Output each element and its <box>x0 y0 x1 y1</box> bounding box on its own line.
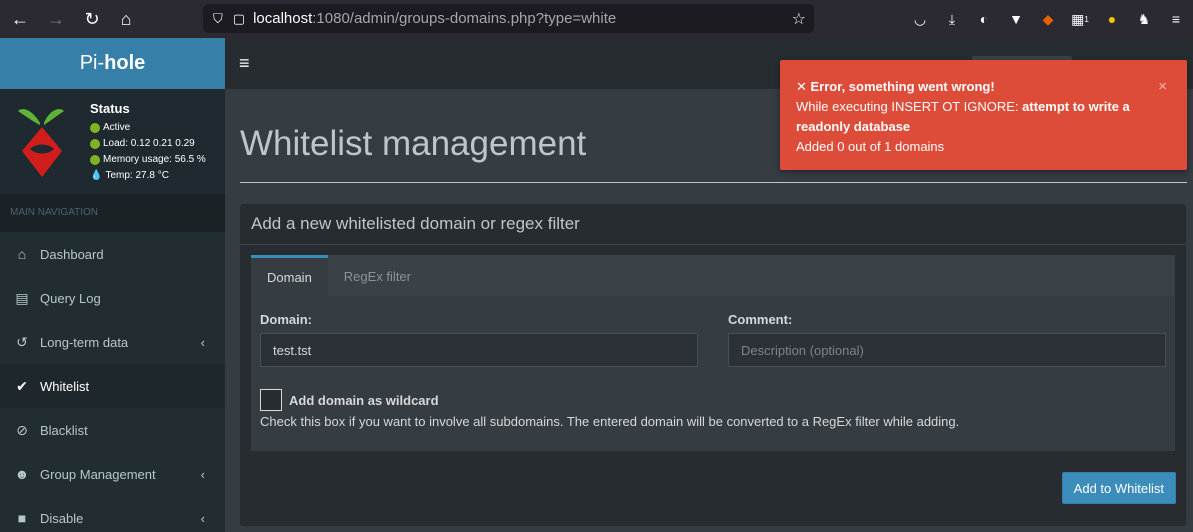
add-domain-box: Add a new whitelisted domain or regex fi… <box>240 204 1186 526</box>
shield-icon[interactable]: ⛉ <box>213 11 223 27</box>
sidebar-item-label: Disable <box>40 510 84 526</box>
active-dot-icon <box>90 122 100 133</box>
status-load: Load: 0.12 0.21 0.29 <box>90 138 195 149</box>
extension-blocker-icon[interactable]: ◐ <box>975 10 993 28</box>
browser-toolbar: ← → ↻ ⌂ ⛉ ▢ localhost:1080/admin/groups-… <box>0 0 1193 38</box>
history-icon: ↺ <box>16 333 28 350</box>
sidebar-item-group-management[interactable]: ☻ Group Management ‹ <box>0 452 225 496</box>
status-active-text: Active <box>103 122 131 133</box>
brand-prefix: Pi- <box>79 52 105 74</box>
status-active: Active <box>90 122 130 133</box>
extensions-badge-icon[interactable]: ▦ 1 <box>1071 10 1089 28</box>
comment-input[interactable]: Description (optional) <box>728 333 1166 367</box>
add-to-whitelist-button[interactable]: Add to Whitelist <box>1061 472 1176 504</box>
sidebar-item-label: Long-term data <box>40 334 129 350</box>
sidebar-item-label: Group Management <box>40 466 156 482</box>
status-temp: 💧 Temp: 27.8 °C <box>90 170 169 181</box>
sidebar-item-label: Dashboard <box>40 246 104 262</box>
page-title: Whitelist management <box>240 124 587 163</box>
nav-header: MAIN NAVIGATION <box>0 194 225 232</box>
home-icon[interactable]: ⌂ <box>112 5 140 33</box>
sidebar-item-disable[interactable]: ■ Disable ‹ <box>0 496 225 532</box>
tab-domain[interactable]: Domain <box>251 255 328 297</box>
page-info-icon[interactable]: ▢ <box>233 11 245 27</box>
toast-summary: Added 0 out of 1 domains <box>796 139 945 154</box>
sidebar-item-label: Whitelist <box>40 378 90 394</box>
sidebar-item-blacklist[interactable]: ⊘ Blacklist <box>0 408 225 452</box>
comment-label: Comment: <box>728 312 793 327</box>
bookmark-star-icon[interactable]: ☆ <box>792 9 806 29</box>
chevron-left-icon: ‹ <box>200 334 205 350</box>
sidebar-item-whitelist[interactable]: ✔ Whitelist <box>0 364 225 408</box>
chevron-left-icon: ‹ <box>200 466 205 482</box>
color-picker-icon[interactable]: ● <box>1103 10 1121 28</box>
wildcard-label: Add domain as wildcard <box>289 393 439 408</box>
back-icon[interactable]: ← <box>6 5 34 33</box>
box-title: Add a new whitelisted domain or regex fi… <box>240 204 1186 245</box>
tab-regex-filter[interactable]: RegEx filter <box>328 255 427 297</box>
chevron-left-icon: ‹ <box>200 510 205 526</box>
tabs-panel: Domain RegEx filter Domain: test.tst Com… <box>251 255 1175 451</box>
sidebar-item-label: Query Log <box>40 290 101 306</box>
brand-logo[interactable]: Pi-hole <box>0 38 225 89</box>
wildcard-help-text: Check this box if you want to involve al… <box>260 414 960 429</box>
memory-dot-icon <box>90 154 100 165</box>
sidebar-item-label: Blacklist <box>40 422 88 438</box>
toast-message: While executing INSERT OT IGNORE: attemp… <box>796 97 1171 137</box>
status-title: Status <box>90 101 130 116</box>
stop-icon: ■ <box>17 510 27 526</box>
check-circle-icon: ✔ <box>16 377 28 394</box>
gnome-icon[interactable]: ♞ <box>1135 10 1153 28</box>
menu-icon[interactable]: ≡ <box>1167 10 1185 28</box>
sidebar-item-long-term-data[interactable]: ↺ Long-term data ‹ <box>0 320 225 364</box>
ban-icon: ⊘ <box>16 421 28 438</box>
toast-message-prefix: While executing INSERT OT IGNORE: <box>796 99 1023 114</box>
error-toast: ✕ Error, something went wrong! While exe… <box>780 60 1187 170</box>
home-icon: ⌂ <box>17 246 27 262</box>
url-host: localhost <box>253 10 313 27</box>
sidebar-item-query-log[interactable]: ▤ Query Log <box>0 276 225 320</box>
close-icon[interactable]: × <box>1158 77 1167 97</box>
extensions-badge-count: 1 <box>1084 14 1089 24</box>
pocket-icon[interactable]: ◡ <box>911 10 929 28</box>
title-divider <box>240 182 1187 183</box>
tab-row: Domain RegEx filter <box>251 255 1175 297</box>
file-icon: ▤ <box>15 289 29 306</box>
toast-title: ✕ Error, something went wrong! <box>796 77 1171 97</box>
status-memory-text: Memory usage: 56.5 % <box>103 154 206 165</box>
download-icon[interactable]: ⤓ <box>943 10 961 28</box>
domain-input[interactable]: test.tst <box>260 333 698 367</box>
sidebar-toggle-icon[interactable]: ≡ <box>239 53 250 74</box>
status-load-text: Load: 0.12 0.21 0.29 <box>103 138 195 149</box>
domain-label: Domain: <box>260 312 312 327</box>
thermometer-icon: 💧 <box>90 170 103 181</box>
wildcard-checkbox[interactable] <box>260 389 282 411</box>
fox-extension-icon[interactable]: ◆ <box>1039 10 1057 28</box>
load-dot-icon <box>90 138 100 149</box>
users-icon: ☻ <box>14 466 30 482</box>
error-x-icon: ✕ <box>796 79 811 94</box>
toast-title-text: Error, something went wrong! <box>810 79 995 94</box>
sidebar-item-dashboard[interactable]: ⌂ Dashboard <box>0 232 225 276</box>
pihole-logo-icon <box>18 109 64 177</box>
sidebar: Pi-hole Status Active Load: 0.12 0.21 0.… <box>0 38 225 532</box>
brand-bold: hole <box>104 52 146 74</box>
url-path: :1080/admin/groups-domains.php?type=whit… <box>312 10 617 27</box>
status-memory: Memory usage: 56.5 % <box>90 154 206 165</box>
vue-icon[interactable]: ▼ <box>1007 10 1025 28</box>
reload-icon[interactable]: ↻ <box>78 5 106 33</box>
status-temp-text: Temp: 27.8 °C <box>105 170 169 181</box>
url-bar[interactable]: ⛉ ▢ localhost:1080/admin/groups-domains.… <box>203 4 814 33</box>
forward-icon[interactable]: → <box>42 5 70 33</box>
status-panel: Status Active Load: 0.12 0.21 0.29 Memor… <box>0 89 225 194</box>
